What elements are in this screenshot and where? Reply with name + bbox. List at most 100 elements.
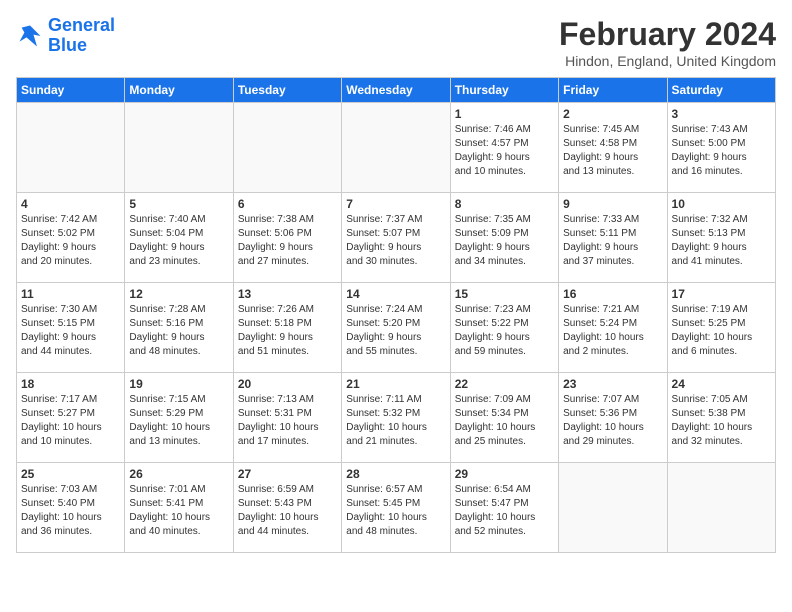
day-number: 8	[455, 197, 554, 211]
day-number: 12	[129, 287, 228, 301]
day-number: 3	[672, 107, 771, 121]
calendar-cell	[559, 463, 667, 553]
calendar-cell: 2Sunrise: 7:45 AM Sunset: 4:58 PM Daylig…	[559, 103, 667, 193]
calendar-cell	[667, 463, 775, 553]
day-content: Sunrise: 6:59 AM Sunset: 5:43 PM Dayligh…	[238, 483, 337, 539]
day-number: 4	[21, 197, 120, 211]
day-number: 9	[563, 197, 662, 211]
calendar-cell	[125, 103, 233, 193]
calendar-cell: 27 Sunrise: 6:59 AM Sunset: 5:43 PM Dayli…	[233, 463, 341, 553]
calendar-cell	[17, 103, 125, 193]
calendar-cell: 26 Sunrise: 7:01 AM Sunset: 5:41 PM Dayli…	[125, 463, 233, 553]
page-header: General Blue February 2024 Hindon, Engla…	[16, 16, 776, 69]
calendar-cell: 24Sunrise: 7:05 AM Sunset: 5:38 PM Dayli…	[667, 373, 775, 463]
calendar-cell: 18 Sunrise: 7:17 AM Sunset: 5:27 PM Dayli…	[17, 373, 125, 463]
title-block: February 2024 Hindon, England, United Ki…	[559, 16, 776, 69]
day-header-tuesday: Tuesday	[233, 78, 341, 103]
week-row-2: 4 Sunrise: 7:42 AM Sunset: 5:02 PM Daylig…	[17, 193, 776, 283]
day-number: 5	[129, 197, 228, 211]
logo-general-text: General	[48, 15, 115, 35]
day-number: 29	[455, 467, 554, 481]
calendar-cell: 22 Sunrise: 7:09 AM Sunset: 5:34 PM Dayli…	[450, 373, 558, 463]
day-content: Sunrise: 7:13 AM Sunset: 5:31 PM Dayligh…	[238, 393, 337, 449]
day-number: 13	[238, 287, 337, 301]
day-content: Sunrise: 7:38 AM Sunset: 5:06 PM Dayligh…	[238, 213, 337, 269]
calendar-cell: 19 Sunrise: 7:15 AM Sunset: 5:29 PM Dayli…	[125, 373, 233, 463]
day-content: Sunrise: 7:01 AM Sunset: 5:41 PM Dayligh…	[129, 483, 228, 539]
day-content: Sunrise: 7:24 AM Sunset: 5:20 PM Dayligh…	[346, 303, 445, 359]
calendar-cell: 9 Sunrise: 7:33 AM Sunset: 5:11 PM Daylig…	[559, 193, 667, 283]
logo-icon	[16, 22, 44, 50]
day-number: 16	[563, 287, 662, 301]
calendar-header-row: SundayMondayTuesdayWednesdayThursdayFrid…	[17, 78, 776, 103]
day-content: Sunrise: 7:23 AM Sunset: 5:22 PM Dayligh…	[455, 303, 554, 359]
calendar-cell: 21 Sunrise: 7:11 AM Sunset: 5:32 PM Dayli…	[342, 373, 450, 463]
day-number: 20	[238, 377, 337, 391]
week-row-1: 1 Sunrise: 7:46 AM Sunset: 4:57 PM Daylig…	[17, 103, 776, 193]
day-content: Sunrise: 6:54 AM Sunset: 5:47 PM Dayligh…	[455, 483, 554, 539]
day-content: Sunrise: 7:37 AM Sunset: 5:07 PM Dayligh…	[346, 213, 445, 269]
calendar-cell: 10 Sunrise: 7:32 AM Sunset: 5:13 PM Dayli…	[667, 193, 775, 283]
day-content: Sunrise: 7:33 AM Sunset: 5:11 PM Dayligh…	[563, 213, 662, 269]
day-number: 24	[672, 377, 771, 391]
day-header-saturday: Saturday	[667, 78, 775, 103]
day-content: Sunrise: 7:43 AM Sunset: 5:00 PM Dayligh…	[672, 123, 771, 179]
logo-text: General Blue	[48, 16, 115, 56]
location: Hindon, England, United Kingdom	[559, 53, 776, 69]
day-content: Sunrise: 7:42 AM Sunset: 5:02 PM Dayligh…	[21, 213, 120, 269]
calendar-cell: 11 Sunrise: 7:30 AM Sunset: 5:15 PM Dayli…	[17, 283, 125, 373]
calendar-table: SundayMondayTuesdayWednesdayThursdayFrid…	[16, 77, 776, 553]
calendar-cell: 6Sunrise: 7:38 AM Sunset: 5:06 PM Daylig…	[233, 193, 341, 283]
day-number: 22	[455, 377, 554, 391]
calendar-cell: 17Sunrise: 7:19 AM Sunset: 5:25 PM Dayli…	[667, 283, 775, 373]
day-content: Sunrise: 7:46 AM Sunset: 4:57 PM Dayligh…	[455, 123, 554, 179]
day-number: 18	[21, 377, 120, 391]
calendar-cell: 13 Sunrise: 7:26 AM Sunset: 5:18 PM Dayli…	[233, 283, 341, 373]
day-content: Sunrise: 7:40 AM Sunset: 5:04 PM Dayligh…	[129, 213, 228, 269]
calendar-cell: 7 Sunrise: 7:37 AM Sunset: 5:07 PM Daylig…	[342, 193, 450, 283]
day-content: Sunrise: 7:45 AM Sunset: 4:58 PM Dayligh…	[563, 123, 662, 179]
day-content: Sunrise: 7:03 AM Sunset: 5:40 PM Dayligh…	[21, 483, 120, 539]
calendar-cell: 14Sunrise: 7:24 AM Sunset: 5:20 PM Dayli…	[342, 283, 450, 373]
day-content: Sunrise: 7:28 AM Sunset: 5:16 PM Dayligh…	[129, 303, 228, 359]
day-number: 21	[346, 377, 445, 391]
calendar-cell	[233, 103, 341, 193]
day-header-wednesday: Wednesday	[342, 78, 450, 103]
day-number: 23	[563, 377, 662, 391]
calendar-cell: 1 Sunrise: 7:46 AM Sunset: 4:57 PM Daylig…	[450, 103, 558, 193]
day-number: 25	[21, 467, 120, 481]
day-header-thursday: Thursday	[450, 78, 558, 103]
logo: General Blue	[16, 16, 115, 56]
calendar-cell: 4 Sunrise: 7:42 AM Sunset: 5:02 PM Daylig…	[17, 193, 125, 283]
day-content: Sunrise: 7:17 AM Sunset: 5:27 PM Dayligh…	[21, 393, 120, 449]
day-header-friday: Friday	[559, 78, 667, 103]
day-content: Sunrise: 7:07 AM Sunset: 5:36 PM Dayligh…	[563, 393, 662, 449]
day-number: 7	[346, 197, 445, 211]
day-content: Sunrise: 7:30 AM Sunset: 5:15 PM Dayligh…	[21, 303, 120, 359]
month-title: February 2024	[559, 16, 776, 53]
day-content: Sunrise: 7:11 AM Sunset: 5:32 PM Dayligh…	[346, 393, 445, 449]
day-number: 1	[455, 107, 554, 121]
day-number: 19	[129, 377, 228, 391]
day-content: Sunrise: 7:19 AM Sunset: 5:25 PM Dayligh…	[672, 303, 771, 359]
calendar-cell: 15Sunrise: 7:23 AM Sunset: 5:22 PM Dayli…	[450, 283, 558, 373]
day-content: Sunrise: 7:15 AM Sunset: 5:29 PM Dayligh…	[129, 393, 228, 449]
calendar-cell: 12 Sunrise: 7:28 AM Sunset: 5:16 PM Dayli…	[125, 283, 233, 373]
calendar-cell: 5 Sunrise: 7:40 AM Sunset: 5:04 PM Daylig…	[125, 193, 233, 283]
logo-blue-text: Blue	[48, 35, 87, 55]
calendar-cell: 29 Sunrise: 6:54 AM Sunset: 5:47 PM Dayli…	[450, 463, 558, 553]
day-header-sunday: Sunday	[17, 78, 125, 103]
calendar-cell: 3 Sunrise: 7:43 AM Sunset: 5:00 PM Daylig…	[667, 103, 775, 193]
day-content: Sunrise: 7:09 AM Sunset: 5:34 PM Dayligh…	[455, 393, 554, 449]
day-number: 10	[672, 197, 771, 211]
calendar-cell: 25 Sunrise: 7:03 AM Sunset: 5:40 PM Dayli…	[17, 463, 125, 553]
day-number: 26	[129, 467, 228, 481]
day-content: Sunrise: 6:57 AM Sunset: 5:45 PM Dayligh…	[346, 483, 445, 539]
calendar-cell: 8 Sunrise: 7:35 AM Sunset: 5:09 PM Daylig…	[450, 193, 558, 283]
day-content: Sunrise: 7:26 AM Sunset: 5:18 PM Dayligh…	[238, 303, 337, 359]
day-content: Sunrise: 7:32 AM Sunset: 5:13 PM Dayligh…	[672, 213, 771, 269]
day-number: 27	[238, 467, 337, 481]
day-number: 11	[21, 287, 120, 301]
calendar-cell: 20 Sunrise: 7:13 AM Sunset: 5:31 PM Dayli…	[233, 373, 341, 463]
day-content: Sunrise: 7:35 AM Sunset: 5:09 PM Dayligh…	[455, 213, 554, 269]
